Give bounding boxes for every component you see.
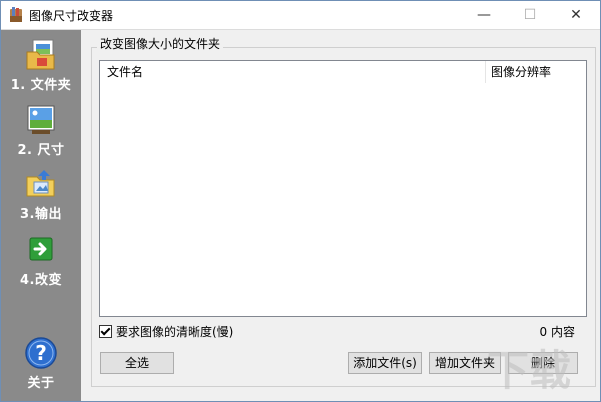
- add-file-button[interactable]: 添加文件(s): [348, 352, 422, 374]
- sidebar-item-label: 4.改变: [20, 273, 62, 288]
- add-folder-button[interactable]: 增加文件夹: [429, 352, 501, 374]
- column-header-resolution[interactable]: 图像分辨率: [486, 61, 583, 83]
- sidebar-item-output[interactable]: 3.输出: [1, 167, 81, 222]
- group-title: 改变图像大小的文件夹: [97, 35, 224, 52]
- title-bar: 图像尺寸改变器 — ☐ ✕: [1, 1, 600, 30]
- window-title: 图像尺寸改变器: [29, 9, 114, 23]
- sidebar-item-folder[interactable]: 1. 文件夹: [1, 38, 81, 93]
- list-header: 文件名 图像分辨率: [100, 61, 586, 83]
- file-list[interactable]: 文件名 图像分辨率: [99, 60, 587, 317]
- sharpness-checkbox-label: 要求图像的清晰度(慢): [116, 324, 234, 339]
- svg-text:?: ?: [35, 341, 47, 365]
- sidebar-item-label: 2. 尺寸: [17, 143, 65, 158]
- sidebar-item-size[interactable]: 2. 尺寸: [1, 103, 81, 158]
- maximize-button[interactable]: ☐: [507, 1, 553, 29]
- minimize-button[interactable]: —: [461, 1, 507, 29]
- select-all-button[interactable]: 全选: [100, 352, 174, 374]
- app-window: 图像尺寸改变器 — ☐ ✕ 1. 文件夹 2. 尺寸 3.输出 4.改变 ? 关…: [0, 0, 601, 402]
- green-arrow-icon: [29, 237, 53, 261]
- sidebar-item-about[interactable]: ? 关于: [1, 336, 81, 391]
- app-logo-icon: [10, 7, 22, 22]
- sidebar-item-label: 1. 文件夹: [10, 78, 72, 93]
- column-header-filename[interactable]: 文件名: [100, 61, 486, 83]
- sharpness-checkbox[interactable]: [99, 324, 112, 338]
- sharpness-checkbox-row[interactable]: 要求图像的清晰度(慢): [99, 323, 233, 339]
- folder-document-icon: [26, 39, 55, 70]
- sidebar-item-label: 关于: [27, 376, 55, 391]
- close-button[interactable]: ✕: [553, 1, 599, 29]
- sidebar-item-label: 3.输出: [20, 207, 62, 222]
- sidebar: 1. 文件夹 2. 尺寸 3.输出 4.改变 ? 关于: [1, 30, 81, 401]
- landscape-image-icon: [27, 105, 55, 134]
- sidebar-item-change[interactable]: 4.改变: [1, 233, 81, 288]
- item-count: 0 内容: [539, 325, 575, 339]
- help-question-icon: ?: [25, 337, 57, 369]
- delete-button[interactable]: 删除: [508, 352, 578, 374]
- output-folder-icon: [26, 170, 55, 197]
